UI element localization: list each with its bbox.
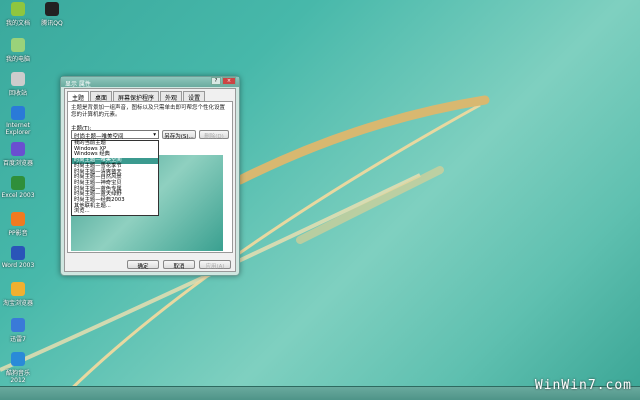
desktop-icon[interactable]: Internet Explorer	[0, 106, 36, 136]
app-icon	[11, 72, 25, 86]
desktop-icon[interactable]: Excel 2003	[0, 176, 36, 199]
ok-button[interactable]: 确定	[127, 260, 159, 270]
desktop-icon[interactable]: PP影音	[0, 212, 36, 237]
apply-button[interactable]: 应用(A)	[199, 260, 231, 270]
watermark-logo: WinWin7.com	[534, 378, 632, 393]
desktop-icon[interactable]: 百度浏览器	[0, 142, 36, 167]
desktop-icon-label: Word 2003	[1, 262, 35, 269]
close-button[interactable]: ×	[222, 77, 236, 85]
desktop-icon[interactable]: 我的电脑	[0, 38, 36, 63]
desktop-icon-label: 我的文档	[5, 20, 30, 27]
app-icon	[11, 142, 25, 156]
desktop-icon[interactable]: 腾讯QQ	[34, 2, 70, 27]
desktop-icon-label: 百度浏览器	[2, 160, 33, 167]
app-icon	[11, 318, 25, 332]
desktop-icon[interactable]: 淘宝浏览器	[0, 282, 36, 307]
app-icon	[11, 106, 25, 120]
chevron-down-icon: ▾	[153, 132, 156, 138]
app-icon	[11, 176, 25, 190]
desktop-icon-label: 我的电脑	[5, 56, 30, 63]
app-icon	[11, 352, 25, 366]
desktop-icon-label: 酷狗音乐2012	[5, 370, 30, 384]
desktop-icon[interactable]: Word 2003	[0, 246, 36, 269]
desktop-icon-label: 淘宝浏览器	[2, 300, 33, 307]
desktop-icon-label: 回收站	[8, 90, 27, 97]
app-icon	[11, 246, 25, 260]
desktop-icon[interactable]: 迅雷7	[0, 318, 36, 343]
cancel-button[interactable]: 取消	[163, 260, 195, 270]
desktop-icon-label: 腾讯QQ	[41, 20, 63, 27]
desktop-icon-label: Excel 2003	[1, 192, 35, 199]
app-icon	[45, 2, 59, 16]
desktop-icon[interactable]: 回收站	[0, 72, 36, 97]
dropdown-item[interactable]: 浏览...	[72, 209, 158, 215]
theme-select[interactable]: 时尚主题—唯美空间 ▾	[71, 130, 159, 140]
theme-dropdown-list: 我的当前主题 Windows XP Windows 经典 时尚主题—唯美空间 时尚主题—…	[71, 140, 159, 217]
save-as-button[interactable]: 另存为(S)...	[162, 130, 196, 140]
theme-description: 主题是背景加一组声音，图标以及只需单击即可帮您个性化设置您的计算机的元素。	[71, 105, 226, 118]
desktop-icon[interactable]: 我的文档	[0, 2, 36, 27]
desktop-icon-label: Internet Explorer	[5, 122, 31, 136]
display-properties-dialog: 显示 属性 ? × 主题 桌面 屏幕保护程序 外观 设置 主题是背景加一组声音，图…	[60, 76, 240, 276]
app-icon	[11, 38, 25, 52]
app-icon	[11, 212, 25, 226]
app-icon	[11, 282, 25, 296]
delete-button[interactable]: 删除(D)	[199, 130, 229, 140]
desktop-icon-label: 迅雷7	[10, 336, 26, 343]
desktop-icon-label: PP影音	[8, 230, 28, 237]
app-icon	[11, 2, 25, 16]
help-button[interactable]: ?	[211, 77, 221, 85]
desktop-icon[interactable]: 酷狗音乐2012	[0, 352, 36, 384]
